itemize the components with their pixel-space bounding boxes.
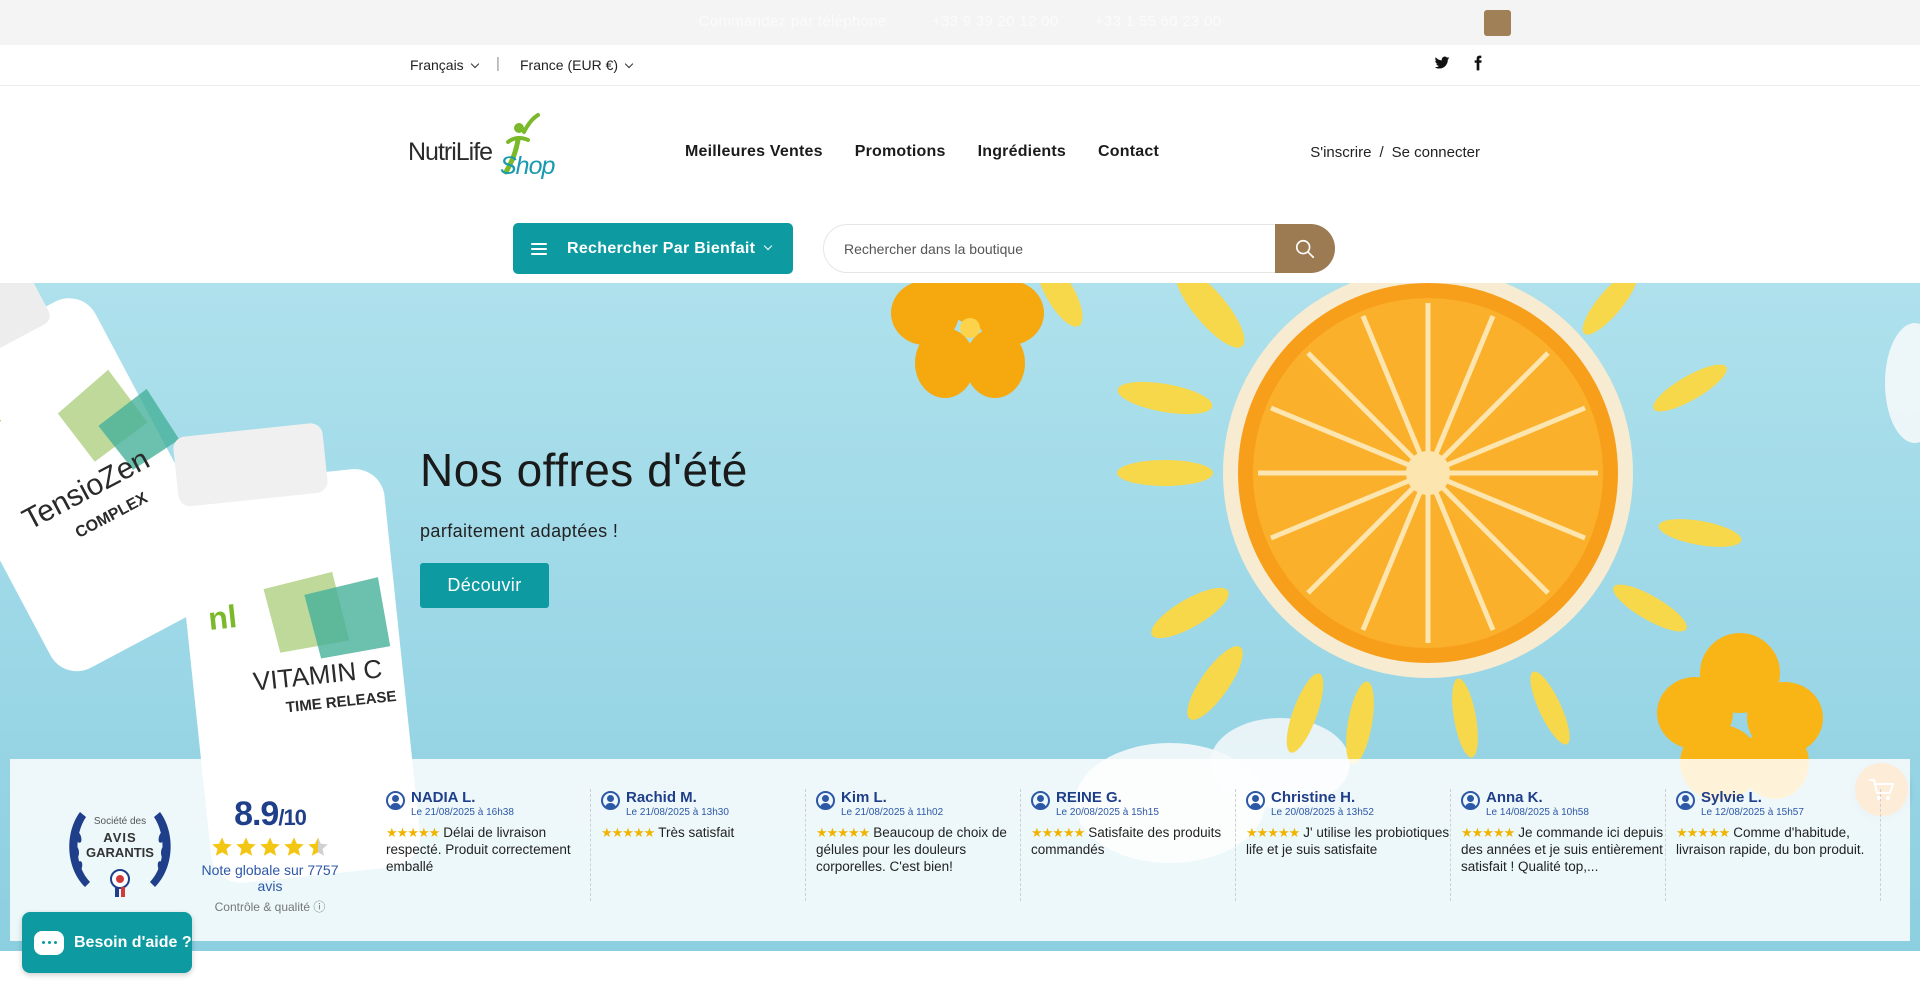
star-half-icon xyxy=(308,837,328,856)
facebook-icon[interactable] xyxy=(1470,55,1486,71)
language-selector[interactable]: Français xyxy=(410,57,479,73)
register-link[interactable]: S'inscrire xyxy=(1310,144,1371,161)
help-label: Besoin d'aide ? xyxy=(74,933,192,951)
chat-icon xyxy=(34,930,64,955)
badge-line-2: AVIS xyxy=(103,830,136,845)
nav-ingredients[interactable]: Ingrédients xyxy=(978,143,1066,161)
review-stars: ★★★★★ xyxy=(1461,825,1515,840)
review-text: Très satisfait xyxy=(658,825,735,840)
review-card: REINE G. Le 20/08/2025 à 15h15 ★★★★★ Satis… xyxy=(1021,789,1236,901)
user-icon xyxy=(816,791,835,810)
review-card: Rachid M. Le 21/08/2025 à 13h30 ★★★★★ Très… xyxy=(591,789,806,901)
svg-text:nl: nl xyxy=(206,598,238,637)
badge-line-1: Société des xyxy=(94,816,146,827)
review-stars: ★★★★★ xyxy=(386,825,440,840)
country-selector[interactable]: France (EUR €) xyxy=(520,57,634,73)
search-by-benefit-label: Rechercher Par Bienfait xyxy=(567,239,756,257)
overall-score: 8.9/10 Note globale sur 7757 avis Contrô… xyxy=(195,795,345,915)
reviewer-name: Christine H. xyxy=(1271,789,1356,806)
main-nav: Meilleures Ventes Promotions Ingrédients… xyxy=(685,143,1159,161)
search-bar xyxy=(823,224,1335,273)
nav-contact[interactable]: Contact xyxy=(1098,143,1159,161)
phone-order-label: Commandez par téléphone : xyxy=(698,13,896,30)
locale-separator: | xyxy=(496,55,500,72)
reviewer-name: REINE G. xyxy=(1056,789,1122,806)
phone-number-1[interactable]: +33 9 39 20 12 00 xyxy=(932,13,1058,30)
score-scale: /10 xyxy=(278,805,307,830)
quality-control-label[interactable]: Contrôle & qualité ⓘ xyxy=(195,898,345,915)
reviewer-name: Kim L. xyxy=(841,789,887,806)
menu-icon xyxy=(531,242,547,255)
reviewer-name: Rachid M. xyxy=(626,789,697,806)
country-label: France (EUR €) xyxy=(520,57,619,73)
review-stars: ★★★★★ xyxy=(816,825,870,840)
search-icon xyxy=(1295,239,1315,258)
review-card: Kim L. Le 21/08/2025 à 11h02 ★★★★★ Beaucou… xyxy=(806,789,1021,901)
nav-best-sellers[interactable]: Meilleures Ventes xyxy=(685,143,823,161)
help-chat-button[interactable]: Besoin d'aide ? xyxy=(22,912,192,973)
nav-promotions[interactable]: Promotions xyxy=(855,143,946,161)
user-icon xyxy=(601,791,620,810)
hero-discover-button[interactable]: Découvir xyxy=(420,563,549,608)
account-links: S'inscrire / Se connecter xyxy=(1310,144,1480,161)
reviewer-name: NADIA L. xyxy=(411,789,476,806)
review-date: Le 21/08/2025 à 16h38 xyxy=(411,807,514,818)
review-card: Christine H. Le 20/08/2025 à 13h52 ★★★★★ J… xyxy=(1236,789,1451,901)
quality-control-text: Contrôle & qualité xyxy=(214,900,311,914)
announcement-text: Commandez par téléphone : +33 9 39 20 12… xyxy=(0,13,1920,30)
user-icon xyxy=(1676,791,1695,810)
review-stars: ★★★★★ xyxy=(1031,825,1085,840)
badge-line-3: GARANTIS xyxy=(86,845,154,860)
score-note: Note globale sur 7757 avis xyxy=(201,862,339,894)
review-date: Le 20/08/2025 à 13h52 xyxy=(1271,807,1374,818)
phone-number-2[interactable]: +33 1 55 60 23 00 xyxy=(1095,13,1221,30)
user-icon xyxy=(386,791,405,810)
user-icon xyxy=(1246,791,1265,810)
chevron-down-icon xyxy=(764,241,773,250)
reviewer-name: Anna K. xyxy=(1486,789,1543,806)
review-card: Sylvie L. Le 12/08/2025 à 15h57 ★★★★★ Comm… xyxy=(1666,789,1881,901)
review-card: Anna K. Le 14/08/2025 à 10h58 ★★★★★ Je com… xyxy=(1451,789,1666,901)
star-icon xyxy=(260,837,280,856)
star-icon xyxy=(284,837,304,856)
login-link[interactable]: Se connecter xyxy=(1392,144,1480,161)
review-date: Le 20/08/2025 à 15h15 xyxy=(1056,807,1159,818)
search-input[interactable] xyxy=(844,225,1284,272)
star-icon xyxy=(212,837,232,856)
hero-title: Nos offres d'été xyxy=(420,444,748,496)
locale-bar: Français | France (EUR €) xyxy=(0,45,1920,86)
score-stars xyxy=(195,836,345,858)
reviewer-name: Sylvie L. xyxy=(1701,789,1762,806)
review-date: Le 21/08/2025 à 11h02 xyxy=(841,807,944,818)
review-stars: ★★★★★ xyxy=(1676,825,1730,840)
review-date: Le 14/08/2025 à 10h58 xyxy=(1486,807,1589,818)
search-button[interactable] xyxy=(1275,224,1335,273)
review-date: Le 12/08/2025 à 15h57 xyxy=(1701,807,1804,818)
hero-subtitle: parfaitement adaptées ! xyxy=(420,521,619,541)
review-date: Le 21/08/2025 à 13h30 xyxy=(626,807,729,818)
twitter-icon[interactable] xyxy=(1434,55,1450,71)
info-icon: ⓘ xyxy=(313,900,326,914)
nutrilife-logo[interactable]: NutriLife Shop xyxy=(408,112,563,192)
logo-text-shop: Shop xyxy=(500,152,555,180)
user-icon xyxy=(1461,791,1480,810)
search-by-benefit-button[interactable]: Rechercher Par Bienfait xyxy=(513,223,793,274)
review-stars: ★★★★★ xyxy=(1246,825,1300,840)
chevron-down-icon xyxy=(624,59,634,68)
announcement-bar: Commandez par téléphone : +33 9 39 20 12… xyxy=(0,0,1920,45)
chevron-down-icon xyxy=(470,59,479,68)
score-value: 8.9/10 xyxy=(195,795,345,834)
star-icon xyxy=(236,837,256,856)
account-separator: / xyxy=(1379,144,1384,161)
user-icon xyxy=(1031,791,1050,810)
review-stars: ★★★★★ xyxy=(601,825,655,840)
logo-text-main: NutriLife xyxy=(408,138,492,166)
review-card: NADIA L. Le 21/08/2025 à 16h38 ★★★★★ Délai… xyxy=(376,789,591,901)
score-number: 8.9 xyxy=(234,795,279,833)
avis-garantis-badge: Société des AVIS GARANTIS xyxy=(69,812,171,897)
reviews-widget[interactable]: Société des AVIS GARANTIS 8.9/10 Note gl… xyxy=(10,759,1910,941)
announcement-close-button[interactable] xyxy=(1484,10,1511,36)
language-label: Français xyxy=(410,57,464,73)
